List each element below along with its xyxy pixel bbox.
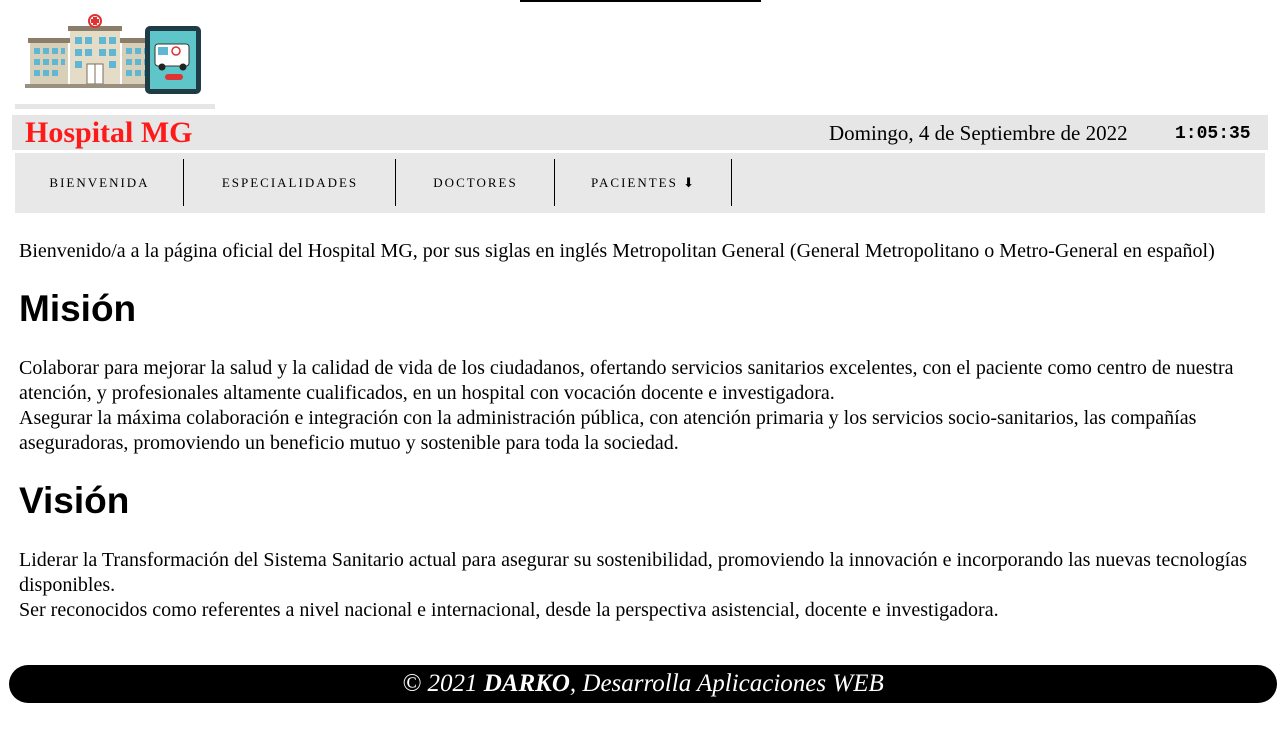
hospital-building-icon [25,14,165,88]
vision-paragraph-1: Liderar la Transformación del Sistema Sa… [19,549,1247,596]
ambulance-phone-icon [145,26,201,94]
footer-copyright: © 2021 [402,670,484,697]
footer: © 2021 DARKO, Desarrolla Aplicaciones WE… [9,665,1277,703]
mission-paragraph-1: Colaborar para mejorar la salud y la cal… [19,357,1234,404]
nav-bienvenida[interactable]: BIENVENIDA [15,159,184,206]
main-nav: BIENVENIDA ESPECIALIDADES DOCTORES PACIE… [15,153,1265,213]
vision-paragraph-2: Ser reconocidos como referentes a nivel … [19,599,999,621]
footer-tagline: , Desarrolla Aplicaciones WEB [569,670,884,697]
logo-underline [15,104,215,109]
footer-author: DARKO [483,670,570,697]
nav-pacientes-dropdown[interactable]: PACIENTES ⬇ [555,159,732,206]
nav-doctores[interactable]: DOCTORES [396,159,555,206]
vision-heading: Visión [19,480,130,521]
nav-especialidades[interactable]: ESPECIALIDADES [184,159,396,206]
mission-heading: Misión [19,288,137,329]
mission-paragraph-2: Asegurar la máxima colaboración e integr… [19,407,1197,454]
site-title: Hospital MG [25,116,193,149]
main-content: Bienvenido/a a la página oficial del Hos… [19,239,1264,623]
header-bar: Hospital MG Domingo, 4 de Septiembre de … [12,115,1268,150]
clock: 1:05:35 [1175,124,1251,144]
current-date: Domingo, 4 de Septiembre de 2022 [829,121,1128,145]
intro-paragraph: Bienvenido/a a la página oficial del Hos… [19,240,1215,262]
nav-separator [731,159,732,206]
hospital-logo [15,12,215,109]
top-divider [520,0,761,2]
